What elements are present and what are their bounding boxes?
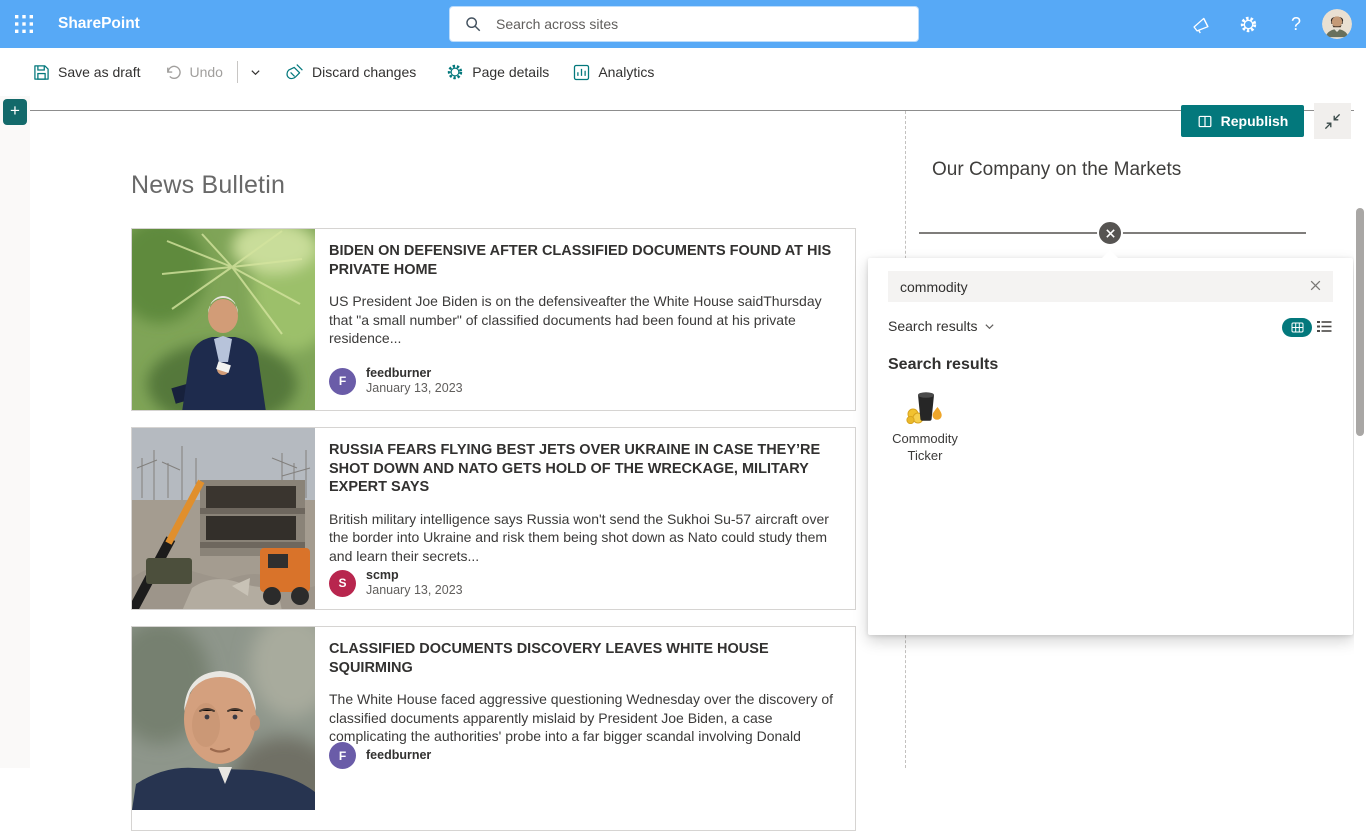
grid-view-toggle[interactable] — [1282, 318, 1312, 337]
results-scope-dropdown[interactable]: Search results — [888, 318, 995, 334]
article-date: January 13, 2023 — [366, 583, 463, 597]
suite-search-input[interactable] — [494, 15, 894, 33]
republish-label: Republish — [1220, 113, 1289, 129]
list-view-icon — [1317, 320, 1332, 332]
suite-search-box[interactable] — [450, 7, 918, 41]
author-name: feedburner — [366, 366, 432, 380]
clear-search-button[interactable] — [1309, 279, 1325, 295]
section-border — [25, 110, 1355, 111]
suite-bar: SharePoint ? — [0, 0, 1366, 48]
news-image-biden-face — [132, 627, 315, 810]
app-title: SharePoint — [58, 15, 140, 32]
collapse-arrows-icon — [1324, 113, 1341, 129]
news-card[interactable]: BIDEN ON DEFENSIVE AFTER CLASSIFIED DOCU… — [131, 228, 856, 411]
analytics-label: Analytics — [598, 64, 655, 80]
news-image-biden-garden — [132, 229, 315, 410]
gear-icon — [1240, 16, 1256, 32]
author-name: scmp — [366, 568, 399, 582]
author-row: F feedburner January 13, 2023 — [329, 366, 463, 396]
callout-notch — [1101, 250, 1119, 259]
gear-icon — [448, 64, 463, 80]
undo-icon — [166, 65, 181, 79]
author-name: feedburner — [366, 748, 432, 762]
webpart-picker-panel: Search results Search results — [868, 258, 1353, 635]
close-icon — [1105, 228, 1115, 238]
news-card[interactable]: CLASSIFIED DOCUMENTS DISCOVERY LEAVES WH… — [131, 626, 856, 831]
help-icon: ? — [1290, 13, 1301, 34]
author-avatar: S — [329, 569, 356, 597]
news-image-rubble — [132, 428, 315, 609]
author-avatar: F — [329, 367, 356, 395]
command-bar: Save as draft Undo Discard changes Page … — [0, 48, 1366, 139]
news-title: RUSSIA FEARS FLYING BEST JETS OVER UKRAI… — [329, 442, 821, 495]
edit-rail — [0, 96, 30, 768]
republish-button[interactable]: Republish — [1181, 105, 1304, 137]
clear-x-icon — [1310, 280, 1321, 291]
discard-changes-button[interactable]: Discard changes — [285, 63, 416, 82]
news-title: CLASSIFIED DOCUMENTS DISCOVERY LEAVES WH… — [329, 641, 769, 676]
news-excerpt: US President Joe Biden is on the defensi… — [329, 293, 822, 346]
author-avatar: F — [329, 742, 356, 769]
scrollbar-track[interactable] — [1354, 96, 1366, 768]
undo-label: Undo — [189, 64, 223, 80]
settings-button[interactable] — [1228, 0, 1268, 48]
app-launcher-button[interactable] — [0, 0, 48, 48]
chevron-down-icon — [985, 323, 995, 329]
webpart-search-box[interactable] — [888, 271, 1333, 302]
megaphone-icon — [1193, 17, 1209, 34]
list-view-toggle[interactable] — [1317, 320, 1333, 336]
announcements-button[interactable] — [1180, 0, 1220, 48]
scope-label: Search results — [888, 318, 978, 334]
webpart-search-input[interactable] — [888, 278, 1333, 295]
close-toolbox-button[interactable] — [1097, 220, 1123, 246]
webpart-result-commodity-ticker[interactable]: Commodity Ticker — [886, 388, 964, 464]
article-date: January 13, 2023 — [366, 381, 463, 395]
save-as-draft-label: Save as draft — [58, 64, 141, 80]
results-heading: Search results — [888, 356, 999, 373]
broom-discard-icon — [286, 63, 303, 79]
search-icon — [466, 17, 481, 32]
news-card[interactable]: RUSSIA FEARS FLYING BEST JETS OVER UKRAI… — [131, 427, 856, 610]
result-label: Commodity Ticker — [892, 431, 958, 463]
add-section-button[interactable]: + — [3, 99, 27, 125]
news-excerpt: British military intelligence says Russi… — [329, 510, 829, 564]
account-avatar[interactable] — [1322, 9, 1352, 39]
author-row: S scmp January 13, 2023 — [329, 568, 463, 598]
page-details-button[interactable]: Page details — [446, 63, 549, 81]
undo-menu-chevron[interactable] — [248, 67, 271, 78]
chevron-down-icon — [251, 69, 260, 75]
undo-button[interactable]: Undo — [165, 64, 223, 81]
analytics-button[interactable]: Analytics — [573, 64, 654, 81]
commodity-barrel-icon — [906, 392, 942, 424]
exit-full-width-button[interactable] — [1314, 103, 1351, 139]
help-button[interactable]: ? — [1276, 0, 1316, 48]
news-excerpt: The White House faced aggressive questio… — [329, 691, 834, 744]
app-launcher-icon — [15, 15, 33, 33]
analytics-chart-icon — [574, 64, 590, 80]
save-as-draft-button[interactable]: Save as draft — [33, 64, 141, 81]
markets-webpart-title: Our Company on the Markets — [932, 159, 1182, 180]
command-bar-divider — [236, 61, 238, 83]
news-title: BIDEN ON DEFENSIVE AFTER CLASSIFIED DOCU… — [329, 243, 832, 278]
scrollbar-thumb[interactable] — [1356, 208, 1364, 436]
news-webpart-title: News Bulletin — [131, 171, 286, 199]
author-row: F feedburner — [329, 742, 431, 769]
save-icon — [34, 64, 49, 80]
avatar-photo — [1322, 9, 1352, 39]
discard-changes-label: Discard changes — [311, 64, 417, 80]
page-details-label: Page details — [472, 64, 550, 80]
grid-view-icon — [1291, 322, 1303, 333]
open-book-icon — [1198, 115, 1212, 127]
